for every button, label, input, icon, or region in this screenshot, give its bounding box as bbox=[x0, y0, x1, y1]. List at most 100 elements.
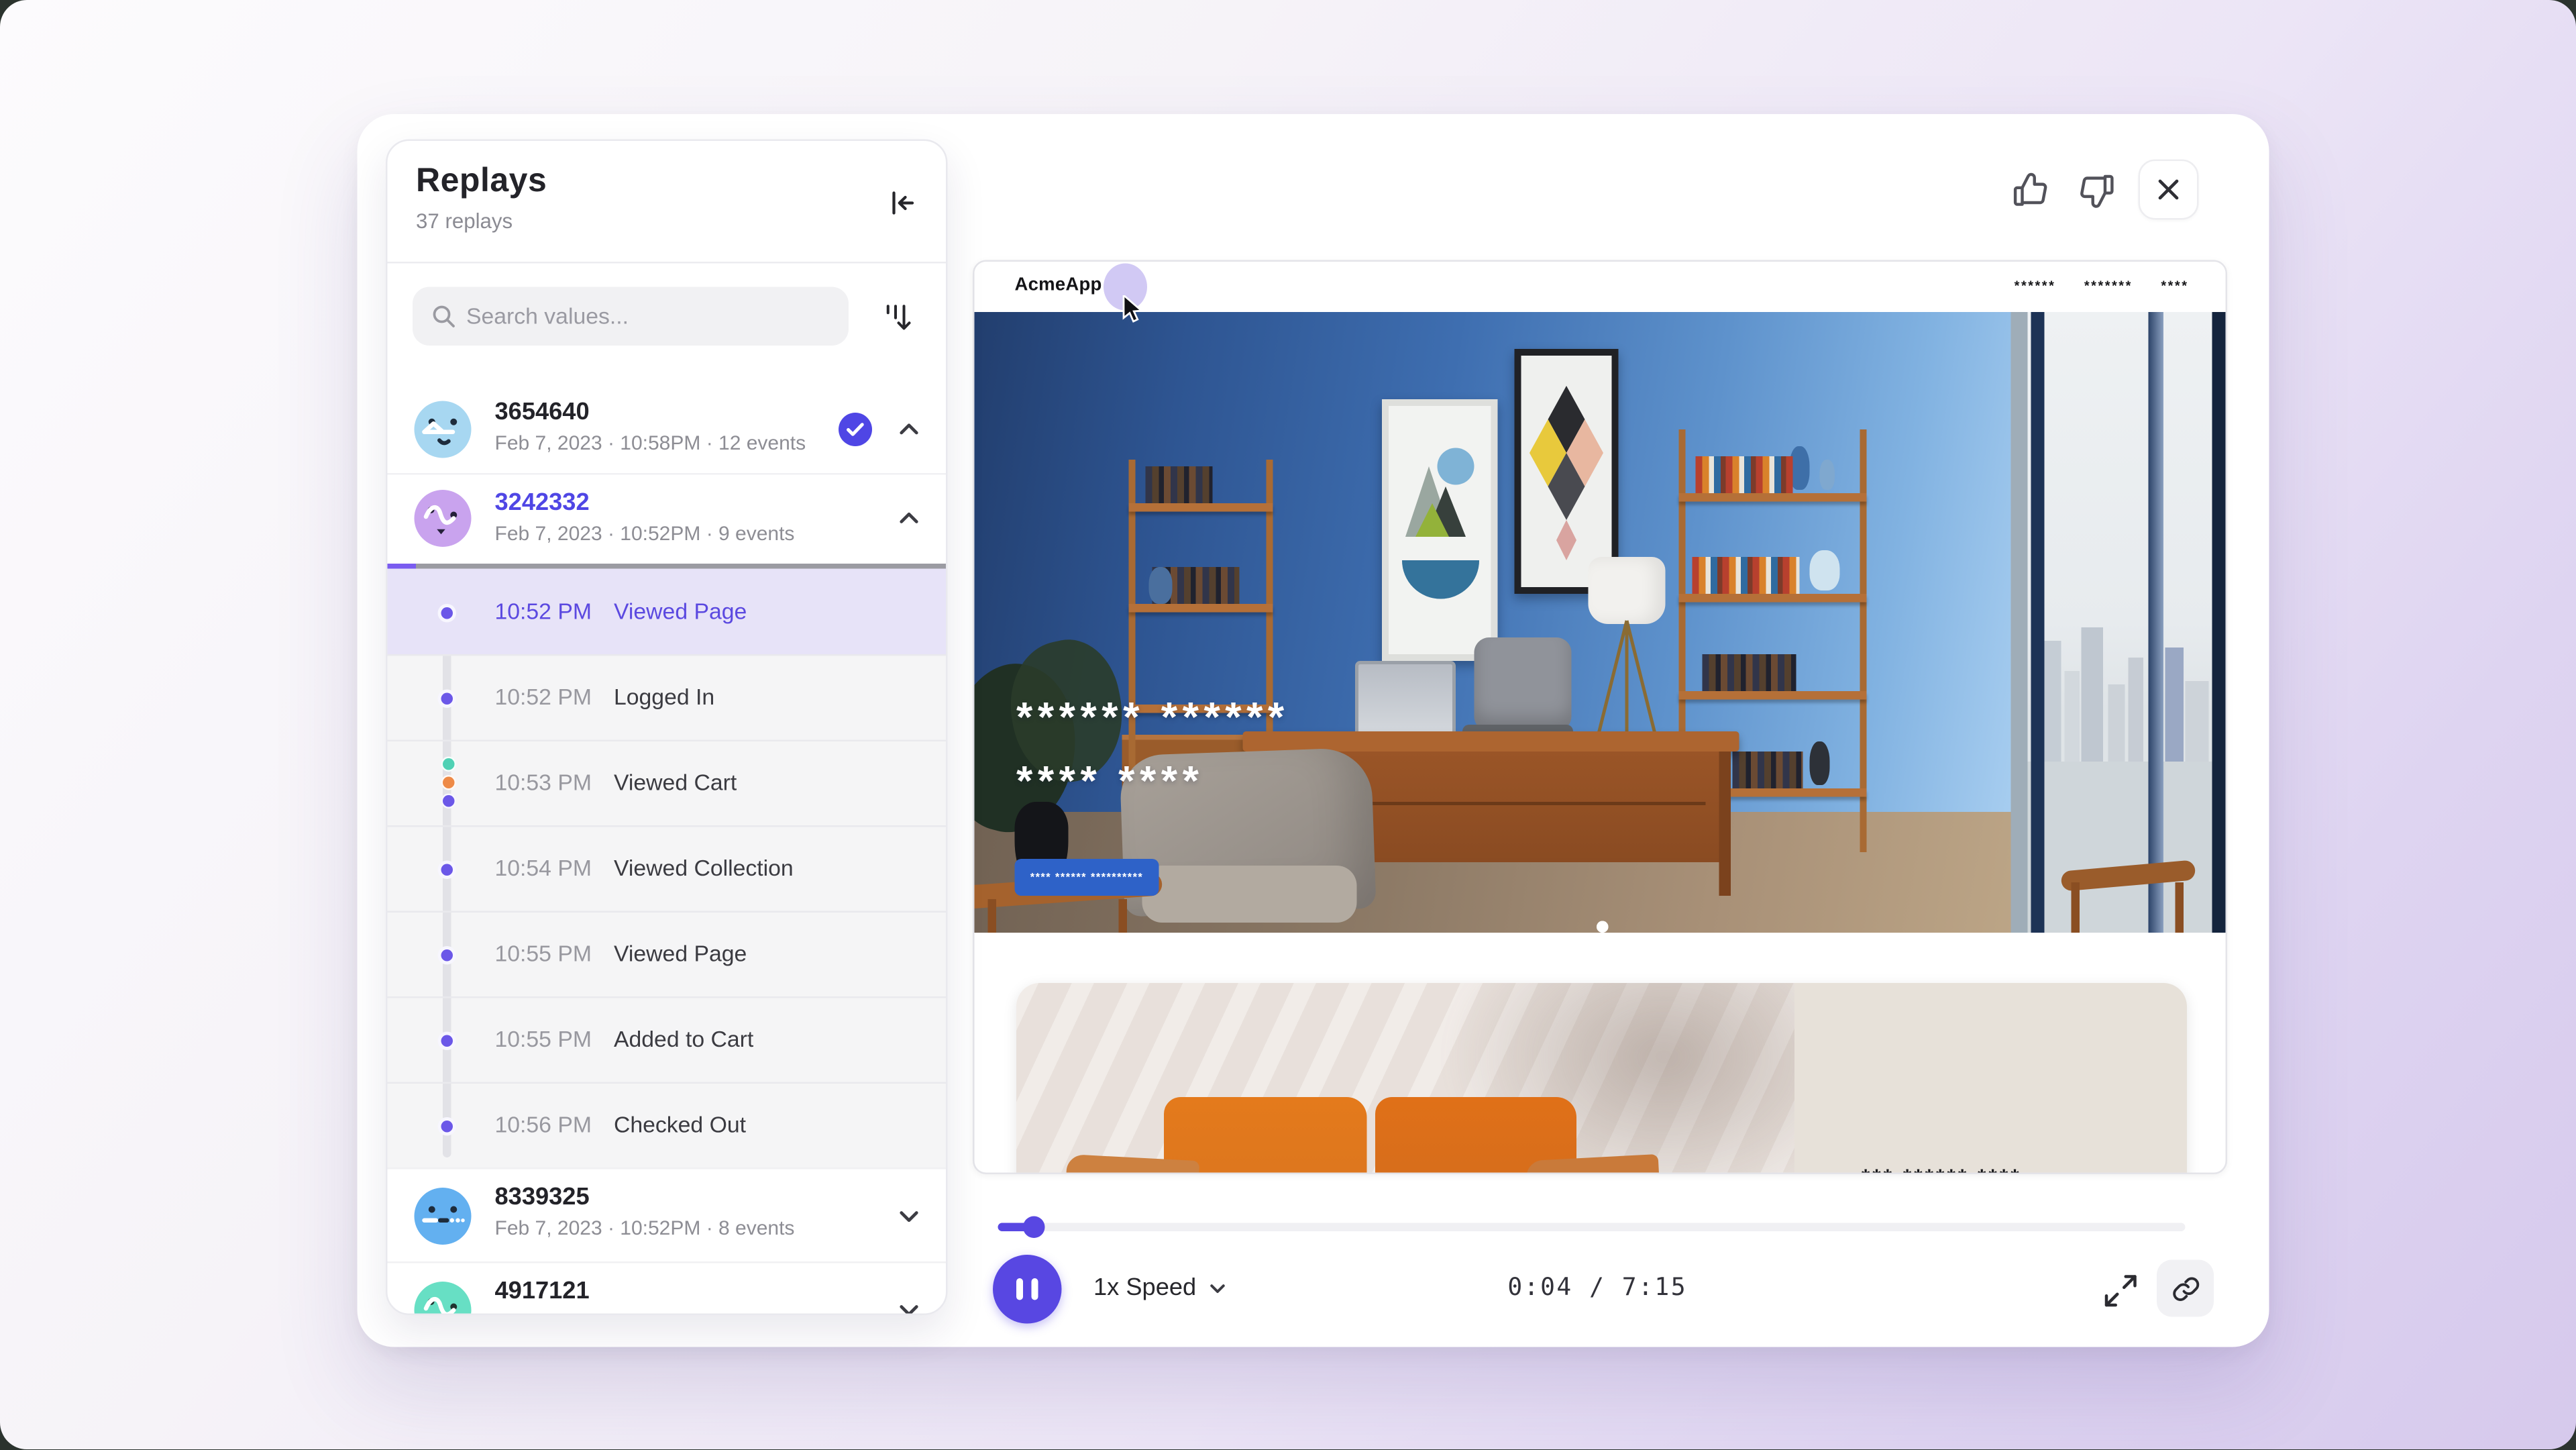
nav-item-masked: ******* bbox=[2084, 278, 2133, 294]
fullscreen-button[interactable] bbox=[2096, 1267, 2143, 1314]
event-label: Added to Cart bbox=[614, 1027, 753, 1052]
sidebar-title: Replays bbox=[416, 163, 547, 202]
nav-item-masked: ****** bbox=[2015, 278, 2056, 294]
session-row-3242332[interactable]: 3242332 Feb 7, 2023 · 10:52PM · 9 events bbox=[388, 473, 947, 562]
session-meta: Feb 7, 2023 · 10:52PM · 9 events bbox=[495, 522, 795, 546]
close-button[interactable] bbox=[2139, 160, 2199, 220]
event-timeline: 10:52 PM Viewed Page 10:52 PM Logged In … bbox=[388, 569, 947, 1168]
session-avatar bbox=[415, 400, 472, 457]
pause-button[interactable] bbox=[993, 1255, 1062, 1324]
event-time: 10:52 PM bbox=[495, 599, 592, 625]
time-display: 0:04 / 7:15 bbox=[1417, 1275, 1778, 1302]
chevron-down-icon[interactable] bbox=[896, 1296, 922, 1315]
event-multi-dot bbox=[440, 757, 455, 813]
link-icon bbox=[2169, 1272, 2202, 1304]
event-dot bbox=[438, 1031, 457, 1049]
current-time: 0:04 bbox=[1507, 1275, 1572, 1302]
search-row bbox=[388, 264, 947, 370]
event-row-viewed-cart[interactable]: 10:53 PM Viewed Cart bbox=[388, 740, 947, 826]
chevron-up-icon[interactable] bbox=[896, 505, 922, 532]
event-row-viewed-page-2[interactable]: 10:55 PM Viewed Page bbox=[388, 911, 947, 997]
hero-masked-title-line1: ****** ****** bbox=[1016, 694, 1289, 743]
app-canvas: Replays 37 replays bbox=[0, 0, 2576, 1450]
sort-filter-button[interactable] bbox=[872, 291, 922, 342]
session-meta: Feb 7, 2023 · 10:58PM · 12 events bbox=[495, 431, 806, 455]
event-row-checked-out[interactable]: 10:56 PM Checked Out bbox=[388, 1082, 947, 1168]
event-dot bbox=[438, 860, 457, 878]
search-field[interactable] bbox=[413, 287, 849, 346]
replay-viewport: AcmeApp ****** ******* **** bbox=[973, 260, 2227, 1175]
search-icon bbox=[429, 302, 458, 331]
chevron-up-icon[interactable] bbox=[896, 415, 922, 442]
event-dot bbox=[438, 1117, 457, 1135]
session-id: 8339325 bbox=[495, 1184, 590, 1211]
playback-progress-knob[interactable] bbox=[1023, 1215, 1045, 1237]
promo-photo-couch bbox=[1016, 983, 1794, 1174]
speed-dropdown[interactable]: 1x Speed bbox=[1093, 1275, 1228, 1302]
session-row-3654640[interactable]: 3654640 Feb 7, 2023 · 10:58PM · 12 event… bbox=[388, 384, 947, 474]
speed-label: 1x Speed bbox=[1093, 1275, 1196, 1302]
selected-check-icon bbox=[839, 412, 872, 446]
thumbs-up-icon bbox=[2008, 168, 2051, 211]
close-icon bbox=[2155, 176, 2182, 203]
event-time: 10:56 PM bbox=[495, 1112, 592, 1138]
collapse-sidebar-button[interactable] bbox=[879, 181, 922, 225]
playback-progress-bar[interactable] bbox=[998, 1223, 2186, 1231]
search-input[interactable] bbox=[466, 304, 818, 329]
feedback-controls bbox=[2004, 160, 2199, 220]
session-id: 4917121 bbox=[495, 1278, 590, 1305]
event-time: 10:55 PM bbox=[495, 1027, 592, 1052]
session-id: 3654640 bbox=[495, 399, 590, 426]
expand-icon bbox=[2102, 1272, 2138, 1308]
session-meta: Feb 7, 2023 · 10:52PM · 8 events bbox=[495, 1216, 795, 1240]
total-duration: 7:15 bbox=[1622, 1275, 1687, 1302]
pause-icon bbox=[1032, 1278, 1038, 1300]
promo-masked-text: *** ****** **** bbox=[1862, 1164, 2022, 1174]
session-id: 3242332 bbox=[495, 490, 590, 517]
nav-item-masked: **** bbox=[2161, 278, 2188, 294]
event-label: Viewed Collection bbox=[614, 856, 794, 881]
chevron-down-icon[interactable] bbox=[896, 1202, 922, 1229]
event-dot bbox=[438, 603, 457, 622]
session-progress-fill bbox=[388, 563, 417, 569]
replay-count: 37 replays bbox=[416, 210, 513, 234]
event-time: 10:52 PM bbox=[495, 684, 592, 710]
chevron-down-icon bbox=[1208, 1278, 1228, 1298]
copy-link-button[interactable] bbox=[2157, 1260, 2214, 1317]
event-time: 10:54 PM bbox=[495, 856, 592, 881]
session-avatar bbox=[415, 1281, 472, 1315]
session-row-8339325[interactable]: 8339325 Feb 7, 2023 · 10:52PM · 8 events bbox=[388, 1168, 947, 1261]
session-progress-bar[interactable] bbox=[388, 563, 947, 569]
session-row-4917121[interactable]: 4917121 Feb 7, 2023 · 10:51PM · 8 events bbox=[388, 1261, 947, 1315]
hero-cta-button-masked: **** ****** ********** bbox=[1015, 859, 1159, 896]
event-label: Logged In bbox=[614, 684, 714, 710]
event-label: Viewed Page bbox=[614, 599, 747, 625]
hero-photo-office-scene: ****** ****** **** **** **** ****** ****… bbox=[975, 312, 2228, 933]
site-nav-masked: ****** ******* **** bbox=[2015, 278, 2189, 294]
session-list: 3654640 Feb 7, 2023 · 10:58PM · 12 event… bbox=[388, 371, 947, 1314]
thumbs-up-button[interactable] bbox=[2004, 164, 2055, 215]
hero-masked-title-line2: **** **** bbox=[1016, 758, 1203, 807]
event-label: Viewed Page bbox=[614, 941, 747, 967]
collapse-left-icon bbox=[884, 187, 918, 220]
replayed-site-header: AcmeApp ****** ******* **** bbox=[975, 262, 2226, 312]
event-row-viewed-collection[interactable]: 10:54 PM Viewed Collection bbox=[388, 825, 947, 911]
time-separator: / bbox=[1589, 1275, 1605, 1302]
promo-text-panel: *** ****** **** bbox=[1794, 983, 2187, 1174]
pause-icon bbox=[1016, 1278, 1023, 1300]
session-avatar bbox=[415, 490, 472, 547]
event-dot bbox=[438, 945, 457, 964]
thumbs-down-button[interactable] bbox=[2072, 164, 2122, 215]
site-logo: AcmeApp bbox=[1015, 275, 1102, 295]
event-row-viewed-page-1[interactable]: 10:52 PM Viewed Page bbox=[388, 569, 947, 655]
session-meta: Feb 7, 2023 · 10:51PM · 8 events bbox=[495, 1310, 795, 1316]
promo-card: *** ****** **** bbox=[1016, 983, 2187, 1174]
cursor-icon bbox=[1122, 295, 1148, 324]
thumbs-down-icon bbox=[2076, 168, 2118, 211]
event-label: Viewed Cart bbox=[614, 770, 737, 796]
event-dot bbox=[438, 688, 457, 707]
event-time: 10:53 PM bbox=[495, 770, 592, 796]
event-row-added-to-cart[interactable]: 10:55 PM Added to Cart bbox=[388, 996, 947, 1082]
event-row-logged-in[interactable]: 10:52 PM Logged In bbox=[388, 654, 947, 740]
event-label: Checked Out bbox=[614, 1112, 746, 1138]
